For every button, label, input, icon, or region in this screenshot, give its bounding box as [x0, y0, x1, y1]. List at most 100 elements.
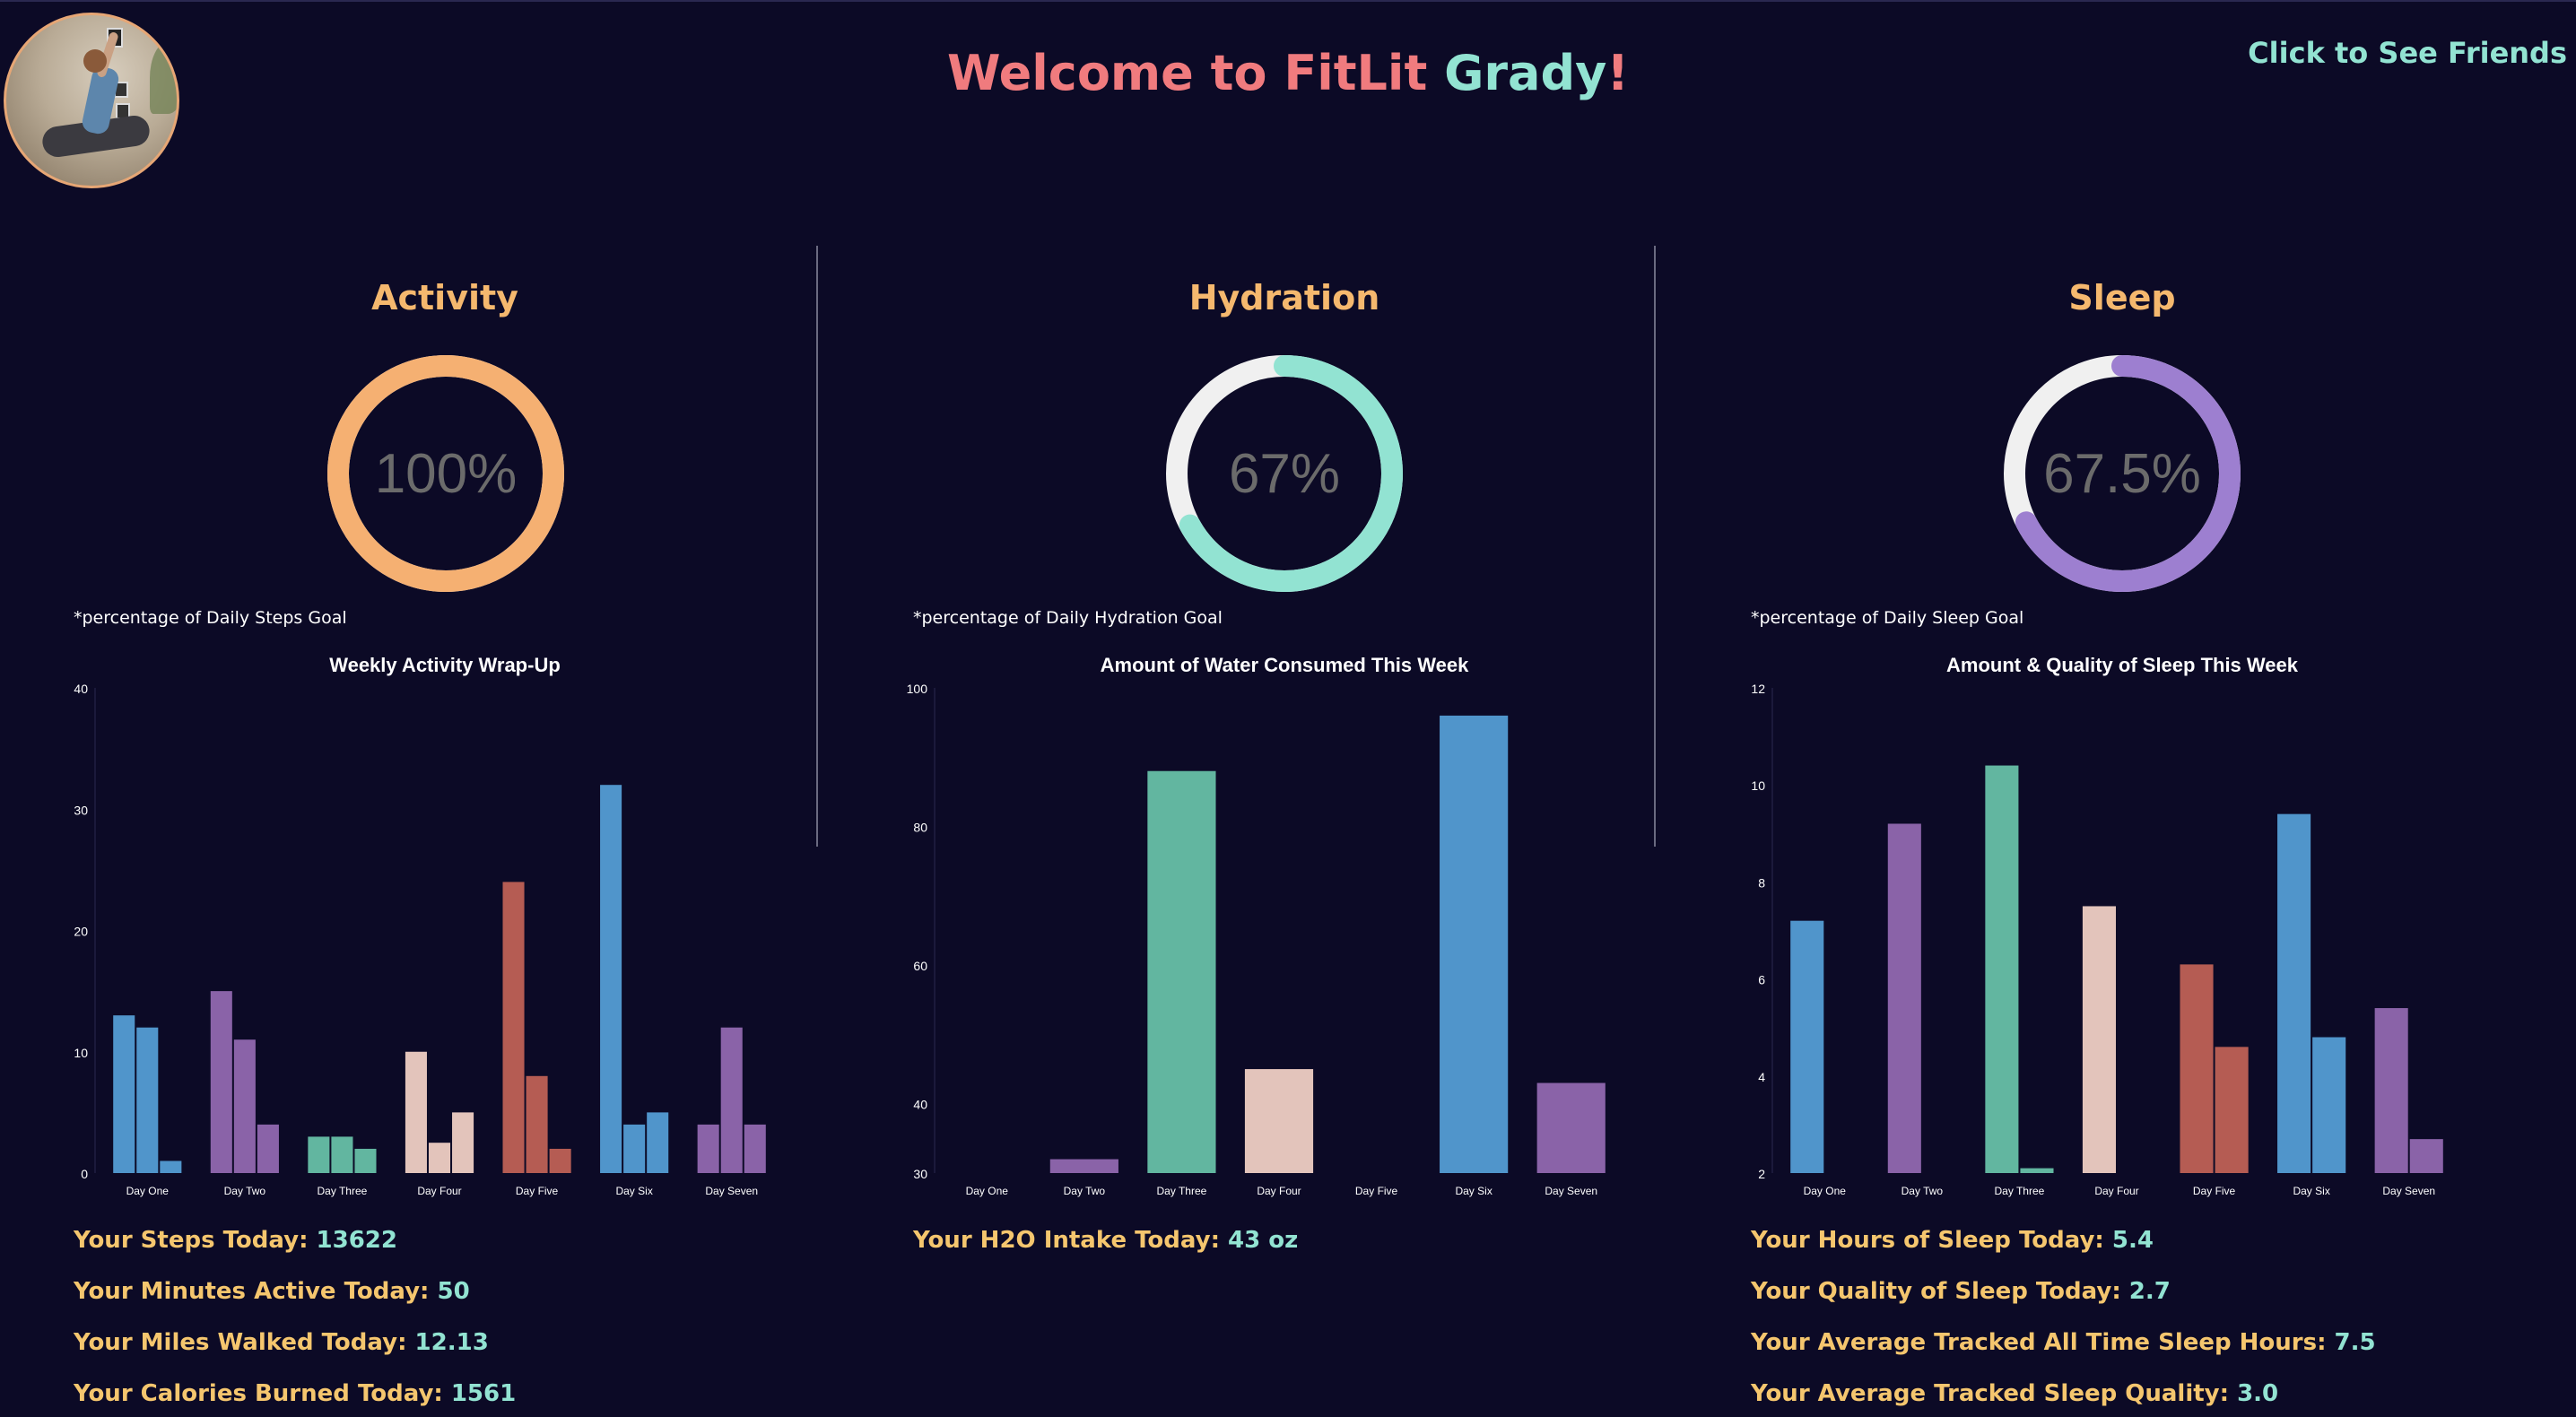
- stat-label: Your Calories Burned Today:: [74, 1380, 451, 1407]
- x-tick-label: Day One: [966, 1185, 1009, 1197]
- bar: [2180, 964, 2214, 1173]
- miles-walked-stat: Your Miles Walked Today: 12.13: [74, 1329, 489, 1356]
- sleep-progress-ring: 67.5%: [2002, 353, 2242, 594]
- activity-goal-note: *percentage of Daily Steps Goal: [74, 608, 347, 628]
- sleep-bar-chart: 2 4 6 8 10 12 Day One Day Two Day Three Day Four D…: [1751, 682, 2443, 1197]
- x-tick-label: Day Four: [417, 1185, 461, 1197]
- stat-label: Your Miles Walked Today:: [74, 1329, 415, 1356]
- hydration-percent-label: 67%: [1228, 442, 1341, 505]
- x-tick-label: Day Two: [224, 1185, 266, 1197]
- bar: [600, 785, 622, 1173]
- bar: [1790, 920, 1824, 1173]
- bar: [549, 1148, 571, 1173]
- y-tick-label: 30: [913, 1167, 927, 1181]
- y-tick-label: 80: [913, 821, 927, 835]
- bar: [160, 1161, 182, 1173]
- bar: [308, 1136, 330, 1173]
- bar: [2277, 813, 2311, 1173]
- y-tick-label: 20: [74, 925, 88, 939]
- bar: [1147, 770, 1216, 1173]
- x-tick-label: Day One: [1804, 1185, 1847, 1197]
- stat-label: Your Average Tracked Sleep Quality:: [1751, 1380, 2238, 1407]
- x-tick-label: Day Six: [1455, 1185, 1492, 1197]
- x-tick-label: Day Five: [2193, 1185, 2236, 1197]
- bar: [1440, 715, 1509, 1173]
- x-tick-label: Day Five: [1355, 1185, 1398, 1197]
- y-tick-label: 6: [1758, 973, 1765, 987]
- activity-progress-ring: 100%: [326, 353, 566, 594]
- x-tick-label: Day Four: [1257, 1185, 1301, 1197]
- x-tick-label: Day Three: [1995, 1185, 2045, 1197]
- bar: [210, 991, 232, 1173]
- bar: [526, 1075, 548, 1173]
- y-tick-label: 10: [74, 1046, 88, 1060]
- y-tick-label: 40: [74, 682, 88, 696]
- page-title: Welcome to FitLit Grady!: [0, 45, 2576, 101]
- stat-value: 12.13: [414, 1329, 489, 1356]
- stat-value: 13622: [316, 1227, 397, 1254]
- bar: [2215, 1047, 2249, 1173]
- bar: [1244, 1069, 1314, 1173]
- x-tick-label: Day Two: [1902, 1185, 1944, 1197]
- bar: [623, 1124, 646, 1173]
- bar: [1887, 823, 1921, 1173]
- bar: [2020, 1168, 2054, 1173]
- title-suffix: !: [1606, 45, 1629, 101]
- bar: [452, 1112, 474, 1173]
- stat-label: Your Quality of Sleep Today:: [1751, 1278, 2129, 1305]
- bar: [744, 1124, 766, 1173]
- avg-sleep-hours-stat: Your Average Tracked All Time Sleep Hour…: [1751, 1329, 2376, 1356]
- x-tick-label: Day Three: [1157, 1185, 1207, 1197]
- bar: [354, 1148, 377, 1173]
- sleep-hours-stat: Your Hours of Sleep Today: 5.4: [1751, 1227, 2154, 1254]
- y-tick-label: 40: [913, 1098, 927, 1112]
- steps-today-stat: Your Steps Today: 13622: [74, 1227, 397, 1254]
- x-tick-label: Day Six: [2293, 1185, 2329, 1197]
- stat-value: 7.5: [2334, 1329, 2376, 1356]
- hydration-progress-ring: 67%: [1164, 353, 1405, 594]
- bar: [1985, 765, 2019, 1173]
- title-welcome-text: Welcome to FitLit: [947, 45, 1445, 101]
- sleep-percent-label: 67.5%: [2043, 442, 2201, 505]
- sleep-section-title: Sleep: [2068, 278, 2176, 317]
- sleep-goal-note: *percentage of Daily Sleep Goal: [1751, 608, 2024, 628]
- bar: [1536, 1082, 1606, 1173]
- y-tick-label: 60: [913, 959, 927, 973]
- x-tick-label: Day Five: [516, 1185, 559, 1197]
- x-tick-label: Day Seven: [1545, 1185, 1597, 1197]
- stat-label: Your H2O Intake Today:: [913, 1227, 1229, 1254]
- y-tick-label: 30: [74, 803, 88, 817]
- bar: [720, 1027, 743, 1173]
- y-tick-label: 100: [907, 682, 928, 696]
- stat-value: 5.4: [2111, 1227, 2154, 1254]
- bar: [2082, 906, 2116, 1173]
- hydration-bar-chart: 30 40 60 80 100 Day One Day Two Day Three Day Fo…: [907, 682, 1606, 1197]
- calories-burned-stat: Your Calories Burned Today: 1561: [74, 1380, 516, 1407]
- hydration-section-title: Hydration: [1188, 278, 1380, 317]
- bar: [647, 1112, 669, 1173]
- bar: [257, 1124, 279, 1173]
- bar: [113, 1015, 135, 1173]
- x-tick-label: Day One: [126, 1185, 170, 1197]
- y-tick-label: 12: [1751, 682, 1765, 696]
- y-tick-label: 8: [1758, 875, 1765, 890]
- bar: [405, 1051, 427, 1173]
- avg-sleep-quality-stat: Your Average Tracked Sleep Quality: 3.0: [1751, 1380, 2278, 1407]
- minutes-active-stat: Your Minutes Active Today: 50: [74, 1278, 470, 1305]
- bar: [697, 1124, 719, 1173]
- stat-value: 1561: [450, 1380, 517, 1407]
- h2o-intake-stat: Your H2O Intake Today: 43 oz: [913, 1227, 1298, 1254]
- hydration-goal-note: *percentage of Daily Hydration Goal: [913, 608, 1223, 628]
- bar: [331, 1136, 353, 1173]
- column-divider-left: [816, 246, 818, 847]
- column-divider-right: [1654, 246, 1656, 847]
- bar: [233, 1039, 256, 1173]
- stat-value: 43 oz: [1228, 1227, 1299, 1254]
- y-tick-label: 10: [1751, 778, 1765, 793]
- y-tick-label: 0: [81, 1167, 88, 1181]
- bar: [428, 1143, 451, 1173]
- see-friends-link[interactable]: Click to See Friends: [2248, 36, 2567, 70]
- y-tick-label: 2: [1758, 1167, 1765, 1181]
- stat-label: Your Steps Today:: [74, 1227, 317, 1254]
- bar: [2312, 1037, 2346, 1173]
